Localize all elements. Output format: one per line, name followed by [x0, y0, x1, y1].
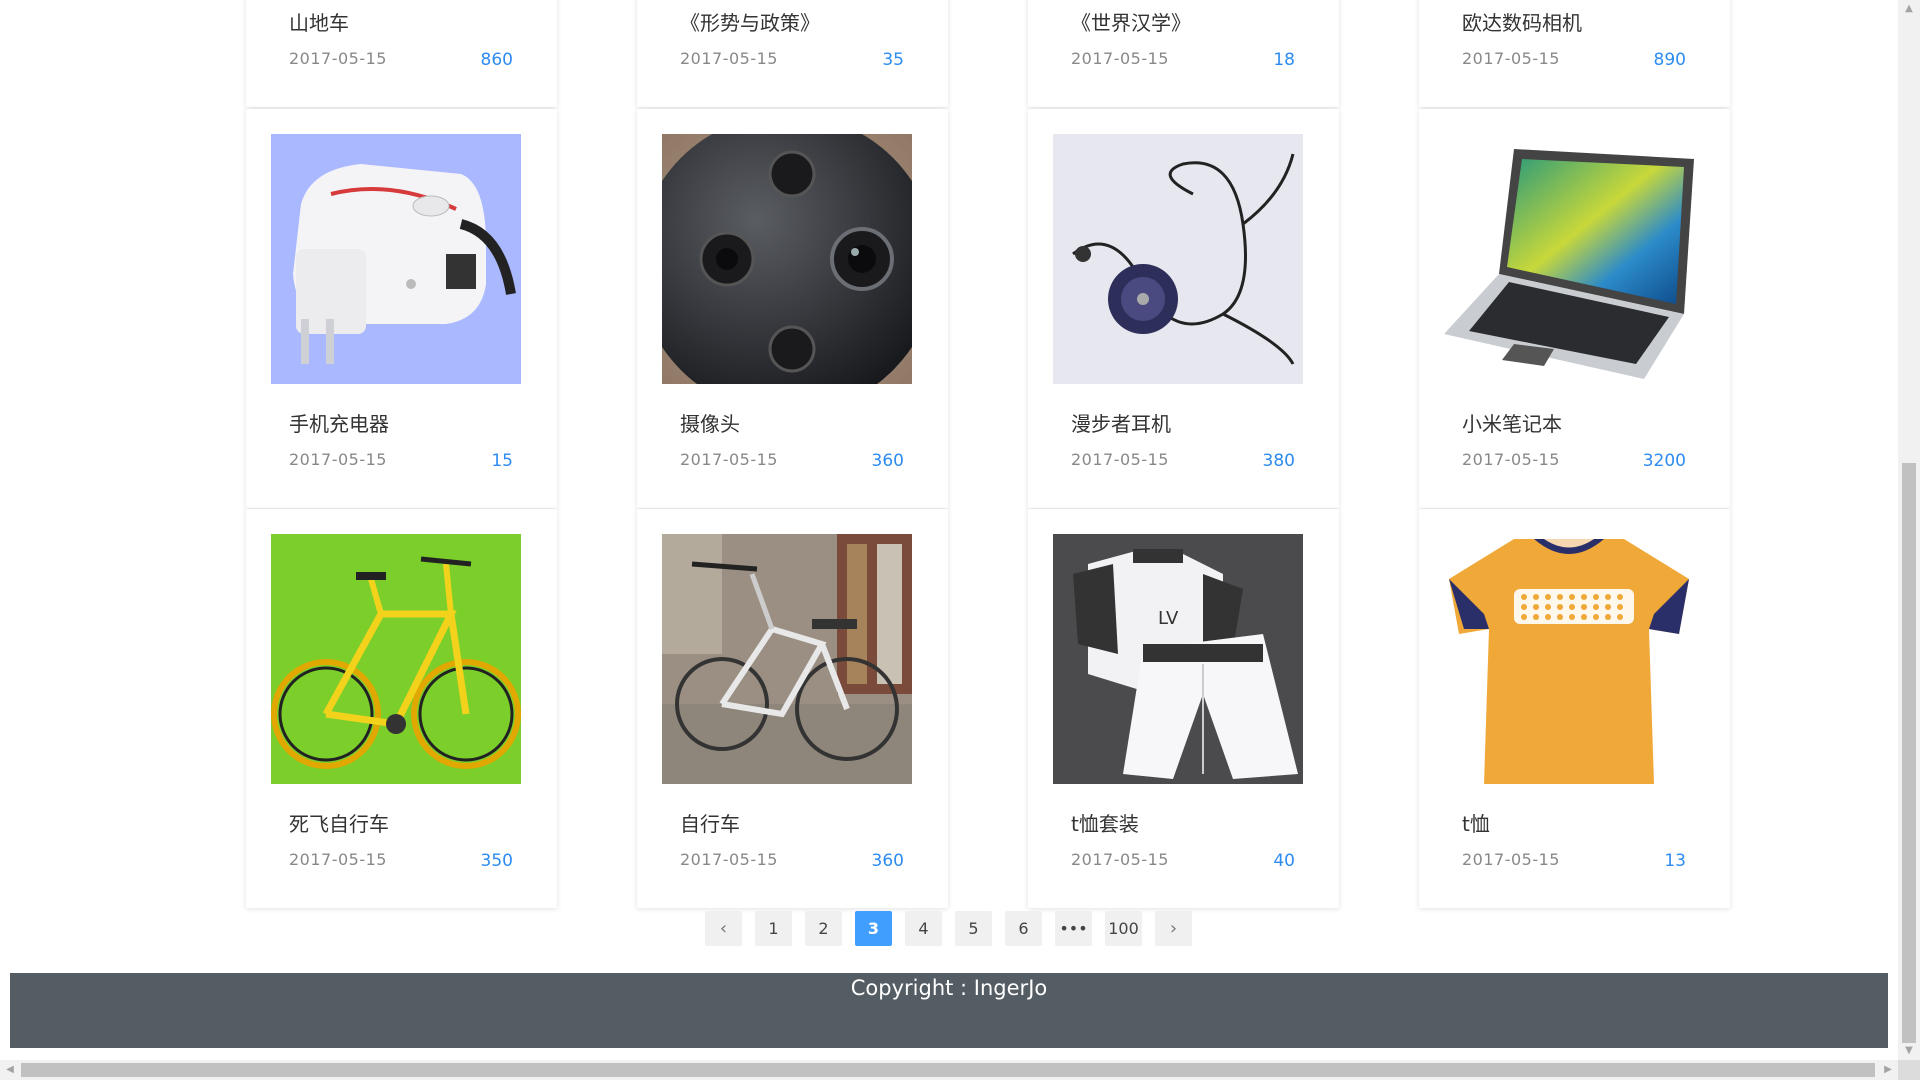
- horizontal-scrollbar[interactable]: ◀ ▶: [0, 1060, 1898, 1080]
- next-page-button[interactable]: ›: [1155, 911, 1192, 946]
- product-date: 2017-05-15: [680, 49, 778, 68]
- vertical-scroll-thumb[interactable]: [1902, 463, 1916, 1043]
- product-image-tshirt-set[interactable]: LV: [1053, 534, 1303, 784]
- pagination: ‹ 1 2 3 4 5 6 ••• 100 ›: [705, 911, 1192, 946]
- product-title: 自行车: [680, 812, 740, 836]
- product-count: 380: [1262, 451, 1295, 471]
- product-title: 漫步者耳机: [1071, 412, 1171, 436]
- product-card[interactable]: 欧达数码相机 2017-05-15 890: [1419, 0, 1730, 107]
- product-card[interactable]: 自行车 2017-05-15 360: [637, 509, 948, 908]
- copyright-text: Copyright : IngerJo: [850, 976, 1048, 1000]
- scroll-right-arrow-icon[interactable]: ▶: [1878, 1060, 1898, 1080]
- product-card[interactable]: 《形势与政策》 2017-05-15 35: [637, 0, 948, 107]
- product-card[interactable]: 《世界汉学》 2017-05-15 18: [1028, 0, 1339, 107]
- product-card[interactable]: 摄像头 2017-05-15 360: [637, 109, 948, 508]
- product-title: 欧达数码相机: [1462, 11, 1582, 35]
- product-image-earphones[interactable]: [1053, 134, 1303, 384]
- product-title: 摄像头: [680, 412, 740, 436]
- prev-page-button[interactable]: ‹: [705, 911, 742, 946]
- product-image-phone-charger[interactable]: [271, 134, 521, 384]
- product-card[interactable]: 漫步者耳机 2017-05-15 380: [1028, 109, 1339, 508]
- product-title: t恤: [1462, 812, 1490, 836]
- product-image-laptop[interactable]: [1444, 134, 1694, 384]
- product-title: 手机充电器: [289, 412, 389, 436]
- page-button-2[interactable]: 2: [805, 911, 842, 946]
- page-button-4[interactable]: 4: [905, 911, 942, 946]
- product-count: 35: [882, 50, 904, 70]
- product-image-tshirt[interactable]: [1444, 534, 1694, 784]
- product-title: 死飞自行车: [289, 812, 389, 836]
- product-date: 2017-05-15: [1071, 450, 1169, 469]
- product-card[interactable]: 死飞自行车 2017-05-15 350: [246, 509, 557, 908]
- page-button-1[interactable]: 1: [755, 911, 792, 946]
- product-title: 山地车: [289, 11, 349, 35]
- product-date: 2017-05-15: [1462, 850, 1560, 869]
- product-title: 小米笔记本: [1462, 412, 1562, 436]
- page-button-5[interactable]: 5: [955, 911, 992, 946]
- footer: Copyright : IngerJo: [10, 973, 1888, 1048]
- page-button-3-current[interactable]: 3: [855, 911, 892, 946]
- horizontal-scroll-thumb[interactable]: [21, 1063, 1875, 1077]
- product-count: 3200: [1642, 451, 1686, 471]
- product-card[interactable]: 山地车 2017-05-15 860: [246, 0, 557, 107]
- product-card[interactable]: 小米笔记本 2017-05-15 3200: [1419, 109, 1730, 508]
- product-date: 2017-05-15: [289, 49, 387, 68]
- product-date: 2017-05-15: [1462, 450, 1560, 469]
- product-date: 2017-05-15: [289, 850, 387, 869]
- product-count: 890: [1653, 50, 1686, 70]
- product-image-bicycle[interactable]: [662, 534, 912, 784]
- product-card[interactable]: LV t恤套装 2017-05-15 40: [1028, 509, 1339, 908]
- product-image-360-camera[interactable]: [662, 134, 912, 384]
- product-date: 2017-05-15: [680, 450, 778, 469]
- page: 山地车 2017-05-15 860 《形势与政策》 2017-05-15 35…: [0, 0, 1898, 1060]
- product-card[interactable]: 手机充电器 2017-05-15 15: [246, 109, 557, 508]
- page-button-6[interactable]: 6: [1005, 911, 1042, 946]
- product-title: 《世界汉学》: [1071, 11, 1191, 35]
- vertical-scrollbar[interactable]: ▲ ▼: [1898, 0, 1920, 1060]
- product-date: 2017-05-15: [289, 450, 387, 469]
- scroll-left-arrow-icon[interactable]: ◀: [0, 1060, 20, 1080]
- product-card[interactable]: t恤 2017-05-15 13: [1419, 509, 1730, 908]
- product-count: 360: [871, 451, 904, 471]
- product-title: 《形势与政策》: [680, 11, 820, 35]
- product-image-fixed-gear-bike[interactable]: [271, 534, 521, 784]
- product-date: 2017-05-15: [680, 850, 778, 869]
- product-date: 2017-05-15: [1462, 49, 1560, 68]
- product-date: 2017-05-15: [1071, 850, 1169, 869]
- product-count: 13: [1664, 851, 1686, 871]
- scrollbar-corner: [1898, 1060, 1920, 1080]
- page-button-100[interactable]: 100: [1105, 911, 1142, 946]
- more-pages-ellipsis[interactable]: •••: [1055, 911, 1092, 946]
- product-count: 40: [1273, 851, 1295, 871]
- product-count: 350: [480, 851, 513, 871]
- product-count: 15: [491, 451, 513, 471]
- product-count: 360: [871, 851, 904, 871]
- product-count: 18: [1273, 50, 1295, 70]
- product-title: t恤套装: [1071, 812, 1139, 836]
- product-date: 2017-05-15: [1071, 49, 1169, 68]
- product-count: 860: [480, 50, 513, 70]
- scroll-down-arrow-icon[interactable]: ▼: [1898, 1042, 1920, 1060]
- scroll-up-arrow-icon[interactable]: ▲: [1898, 0, 1920, 18]
- svg-text:LV: LV: [1158, 608, 1179, 629]
